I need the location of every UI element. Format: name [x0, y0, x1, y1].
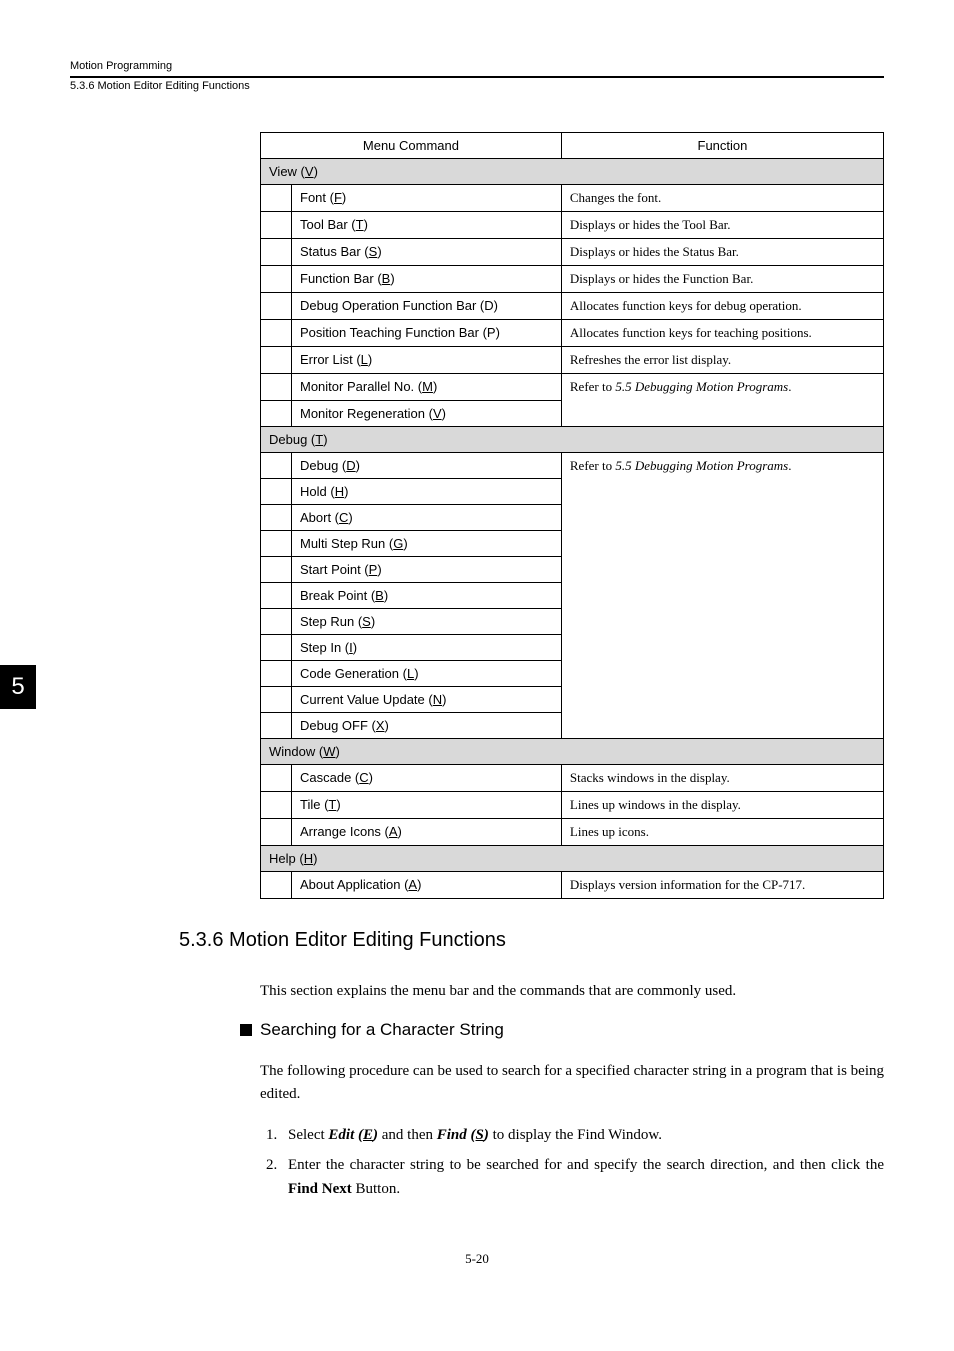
func-toolbar: Displays or hides the Tool Bar.	[561, 212, 883, 239]
func-debug-op-bar: Allocates function keys for debug operat…	[561, 293, 883, 320]
func-monitor-parallel: Refer to 5.5 Debugging Motion Programs.	[561, 374, 883, 401]
menu-command-table: Menu Command Function View (V) Font (F) …	[260, 132, 884, 899]
cmd-error-list: Error List (L)	[292, 347, 562, 374]
cmd-functionbar: Function Bar (B)	[292, 266, 562, 293]
cmd-monitor-regen: Monitor Regeneration (V)	[292, 400, 562, 426]
table-row: Tile (T) Lines up windows in the display…	[261, 791, 884, 818]
func-tile: Lines up windows in the display.	[561, 791, 883, 818]
cmd-stepin: Step In (I)	[292, 634, 562, 660]
cmd-curval: Current Value Update (N)	[292, 686, 562, 712]
cmd-steprun: Step Run (S)	[292, 608, 562, 634]
section-heading: 5.3.6 Motion Editor Editing Functions	[179, 929, 884, 952]
square-bullet-icon	[240, 1024, 252, 1036]
cmd-multistep: Multi Step Run (G)	[292, 530, 562, 556]
sub-heading-search: Searching for a Character String	[240, 1020, 884, 1040]
ol-item-1: 1. Select Edit (E) and then Find (S) to …	[266, 1123, 884, 1147]
table-row: Function Bar (B) Displays or hides the F…	[261, 266, 884, 293]
func-pos-teach-bar: Allocates function keys for teaching pos…	[561, 320, 883, 347]
func-statusbar: Displays or hides the Status Bar.	[561, 239, 883, 266]
header-subtitle: 5.3.6 Motion Editor Editing Functions	[70, 76, 884, 92]
cmd-arrange-icons: Arrange Icons (A)	[292, 818, 562, 845]
func-error-list: Refreshes the error list display.	[561, 347, 883, 374]
func-arrange-icons: Lines up icons.	[561, 818, 883, 845]
chapter-number: 5	[11, 673, 24, 701]
header-title: Motion Programming	[70, 60, 884, 72]
section-row-view: View (V)	[261, 159, 884, 185]
cmd-debugoff: Debug OFF (X)	[292, 712, 562, 738]
table-row: About Application (A) Displays version i…	[261, 871, 884, 898]
cmd-monitor-parallel: Monitor Parallel No. (M)	[292, 374, 562, 401]
page-number: 5-20	[70, 1251, 884, 1267]
table-row: Status Bar (S) Displays or hides the Sta…	[261, 239, 884, 266]
cmd-debug: Debug (D)	[292, 452, 562, 478]
section-row-window: Window (W)	[261, 738, 884, 764]
table-row: Debug Operation Function Bar (D) Allocat…	[261, 293, 884, 320]
table-row: Cascade (C) Stacks windows in the displa…	[261, 764, 884, 791]
cmd-statusbar: Status Bar (S)	[292, 239, 562, 266]
table-row: Error List (L) Refreshes the error list …	[261, 347, 884, 374]
table-header-menu: Menu Command	[261, 133, 562, 159]
table-row: Arrange Icons (A) Lines up icons.	[261, 818, 884, 845]
table-row: Font (F) Changes the font.	[261, 185, 884, 212]
cmd-startpoint: Start Point (P)	[292, 556, 562, 582]
table-row: Monitor Parallel No. (M) Refer to 5.5 De…	[261, 374, 884, 401]
func-debug-group: Refer to 5.5 Debugging Motion Programs.	[561, 452, 883, 738]
section-row-debug: Debug (T)	[261, 426, 884, 452]
table-row: Debug (D) Refer to 5.5 Debugging Motion …	[261, 452, 884, 478]
func-font: Changes the font.	[561, 185, 883, 212]
cmd-cascade: Cascade (C)	[292, 764, 562, 791]
section-row-help: Help (H)	[261, 845, 884, 871]
chapter-badge: 5	[0, 665, 36, 709]
ol-item-2: 2. Enter the character string to be sear…	[266, 1153, 884, 1201]
func-about: Displays version information for the CP-…	[561, 871, 883, 898]
cmd-debug-op-bar: Debug Operation Function Bar (D)	[292, 293, 562, 320]
func-functionbar: Displays or hides the Function Bar.	[561, 266, 883, 293]
cmd-hold: Hold (H)	[292, 478, 562, 504]
table-row: Position Teaching Function Bar (P) Alloc…	[261, 320, 884, 347]
cmd-breakpoint: Break Point (B)	[292, 582, 562, 608]
cmd-font: Font (F)	[292, 185, 562, 212]
cmd-pos-teach-bar: Position Teaching Function Bar (P)	[292, 320, 562, 347]
section-intro: This section explains the menu bar and t…	[260, 980, 884, 1003]
cmd-tile: Tile (T)	[292, 791, 562, 818]
cmd-codegen: Code Generation (L)	[292, 660, 562, 686]
func-cascade: Stacks windows in the display.	[561, 764, 883, 791]
cmd-abort: Abort (C)	[292, 504, 562, 530]
table-header-function: Function	[561, 133, 883, 159]
table-row: Tool Bar (T) Displays or hides the Tool …	[261, 212, 884, 239]
search-body-1: The following procedure can be used to s…	[260, 1060, 884, 1105]
table-row: Monitor Regeneration (V)	[261, 400, 884, 426]
cmd-about: About Application (A)	[292, 871, 562, 898]
cmd-toolbar: Tool Bar (T)	[292, 212, 562, 239]
